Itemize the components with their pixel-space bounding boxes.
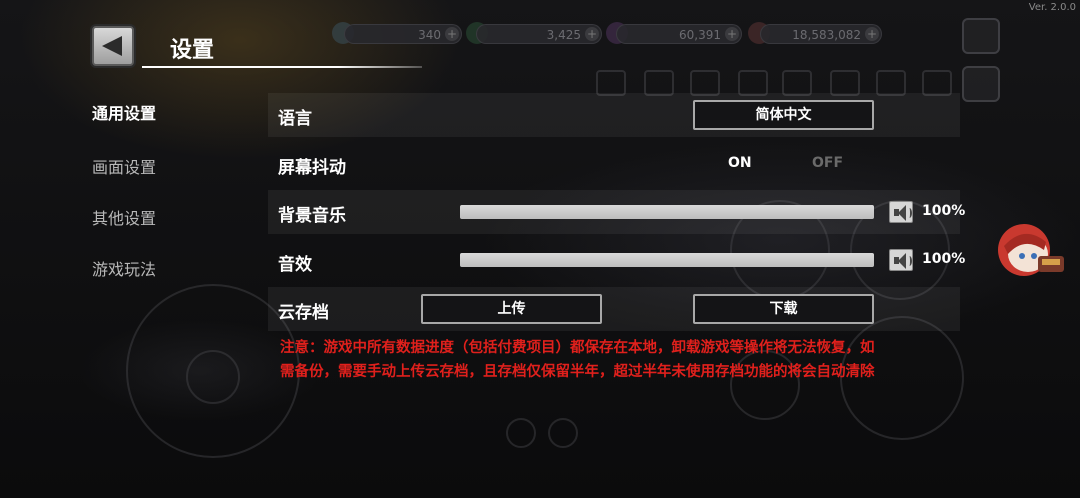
cloud-save-notice: 注意：游戏中所有数据进度（包括付费项目）都保存在本地，卸载游戏等操作将无法恢复，… bbox=[280, 336, 970, 384]
nav-item-gameplay[interactable]: 游戏玩法 bbox=[92, 256, 156, 280]
hud-bar-diamond: 340 + bbox=[344, 24, 462, 44]
language-label: 语言 bbox=[278, 109, 312, 129]
notice-line-2: 需备份，需要手动上传云存档，且存档仅保留半年，超过半年未使用存档功能的将会自动清… bbox=[280, 364, 875, 380]
small-ghost-2 bbox=[548, 418, 578, 448]
music-label: 背景音乐 bbox=[278, 206, 346, 226]
page-title: 设置 bbox=[170, 38, 215, 63]
shake-on-toggle[interactable]: ON bbox=[728, 155, 752, 171]
mascot-icon[interactable] bbox=[994, 216, 1070, 284]
music-slider-fill bbox=[460, 205, 874, 219]
language-select[interactable]: 简体中文 bbox=[693, 100, 874, 130]
hud-bar-crystal: 60,391 + bbox=[616, 24, 742, 44]
nav-item-general[interactable]: 通用设置 bbox=[92, 100, 156, 124]
music-slider[interactable] bbox=[460, 205, 874, 219]
speaker-icon[interactable] bbox=[889, 249, 913, 271]
sfx-slider-fill bbox=[460, 253, 874, 267]
sfx-slider[interactable] bbox=[460, 253, 874, 267]
music-percent: 100% bbox=[922, 203, 966, 219]
upload-button[interactable]: 上传 bbox=[421, 294, 602, 324]
swap-button-bg bbox=[962, 66, 1000, 102]
nav-item-other[interactable]: 其他设置 bbox=[92, 205, 156, 229]
download-button[interactable]: 下载 bbox=[693, 294, 874, 324]
shake-label: 屏幕抖动 bbox=[278, 158, 346, 178]
sfx-percent: 100% bbox=[922, 251, 966, 267]
small-ghost-1 bbox=[506, 418, 536, 448]
back-button[interactable] bbox=[92, 26, 134, 66]
cloud-label: 云存档 bbox=[278, 303, 329, 323]
version-label: Ver. 2.0.0 bbox=[1028, 2, 1076, 13]
hud-value: 3,425 bbox=[546, 28, 581, 42]
joystick-knob-ghost bbox=[186, 350, 240, 404]
back-arrow-icon bbox=[102, 36, 122, 56]
sfx-label: 音效 bbox=[278, 255, 312, 275]
hud-bar-gold: 18,583,082 + bbox=[760, 24, 882, 44]
title-underline bbox=[142, 66, 422, 68]
pause-button-bg bbox=[962, 18, 1000, 54]
hud-bar-coin: 3,425 + bbox=[476, 24, 602, 44]
speaker-icon[interactable] bbox=[889, 201, 913, 223]
shake-off-toggle[interactable]: OFF bbox=[812, 155, 843, 171]
shake-row: 屏幕抖动 bbox=[268, 142, 960, 186]
nav-item-display[interactable]: 画面设置 bbox=[92, 154, 156, 178]
hud-value: 60,391 bbox=[679, 28, 721, 42]
hud-value: 340 bbox=[418, 28, 441, 42]
notice-line-1: 注意：游戏中所有数据进度（包括付费项目）都保存在本地，卸载游戏等操作将无法恢复，… bbox=[280, 340, 875, 356]
hud-value: 18,583,082 bbox=[792, 28, 861, 42]
